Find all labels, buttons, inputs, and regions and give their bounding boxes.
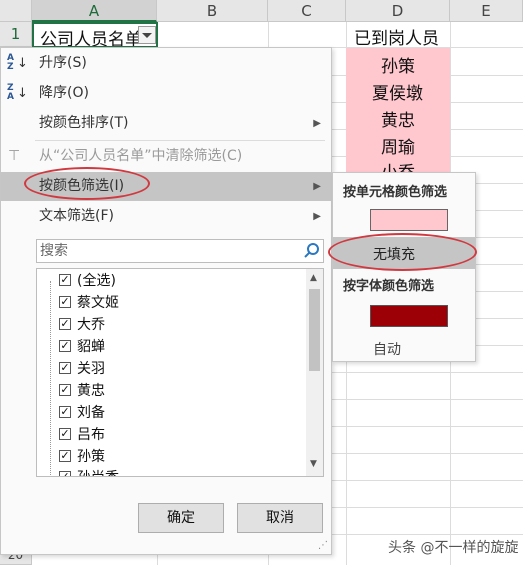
list-item[interactable]: ✓ 刘备 bbox=[45, 402, 305, 424]
list-item-label: (全选) bbox=[77, 273, 116, 289]
list-scrollbar[interactable]: ▲ ▼ bbox=[306, 269, 323, 476]
checkbox-checked-icon[interactable]: ✓ bbox=[59, 318, 71, 330]
chevron-down-icon bbox=[142, 33, 152, 38]
checkbox-checked-icon[interactable]: ✓ bbox=[59, 340, 71, 352]
menu-item-text-filter[interactable]: 文本筛选(F) ▶ bbox=[1, 202, 331, 231]
list-item-label: 孙尚香 bbox=[77, 467, 119, 476]
filter-dropdown-button[interactable] bbox=[138, 26, 156, 44]
list-item[interactable]: ✓ 孙尚香 bbox=[45, 467, 305, 476]
list-item-label: 大乔 bbox=[77, 317, 105, 333]
list-item-label: 吕布 bbox=[77, 427, 105, 443]
list-item[interactable]: ✓ 黄忠 bbox=[45, 380, 305, 402]
submenu-arrow-icon: ▶ bbox=[313, 181, 321, 192]
highlight-ellipse-no-fill bbox=[328, 233, 477, 271]
cell-d4[interactable]: 黄忠 bbox=[381, 106, 415, 131]
menu-item-label: 升序(S) bbox=[39, 55, 87, 71]
menu-separator bbox=[35, 140, 325, 141]
resize-grip-icon[interactable]: ⋰ bbox=[318, 540, 328, 551]
cell-color-heading: 按单元格颜色筛选 bbox=[343, 185, 448, 200]
cell-color-swatch[interactable] bbox=[370, 209, 448, 231]
scroll-up-icon[interactable]: ▲ bbox=[310, 273, 317, 283]
list-item-label: 刘备 bbox=[77, 405, 105, 421]
checkbox-checked-icon[interactable]: ✓ bbox=[59, 384, 71, 396]
list-item[interactable]: ✓ 大乔 bbox=[45, 314, 305, 336]
menu-item-sort-asc[interactable]: AZ ↓ 升序(S) bbox=[1, 49, 331, 78]
column-header-c[interactable]: C bbox=[268, 0, 346, 22]
column-header-e[interactable]: E bbox=[450, 0, 523, 22]
list-item-label: 关羽 bbox=[77, 361, 105, 377]
column-header-d[interactable]: D bbox=[346, 0, 450, 22]
checkbox-checked-icon[interactable]: ✓ bbox=[59, 362, 71, 374]
checkbox-checked-icon[interactable]: ✓ bbox=[59, 471, 71, 476]
menu-item-sort-by-color[interactable]: 按颜色排序(T) ▶ bbox=[1, 109, 331, 138]
font-color-swatch[interactable] bbox=[370, 305, 448, 327]
list-item[interactable]: ✓ 孙策 bbox=[45, 446, 305, 468]
highlight-ellipse-filter-by-color bbox=[24, 167, 150, 200]
cell-d1[interactable]: 已到岗人员 bbox=[354, 24, 439, 49]
row-header-1[interactable]: 1 bbox=[0, 22, 32, 47]
menu-item-label: 文本筛选(F) bbox=[39, 208, 114, 224]
checkbox-checked-icon[interactable]: ✓ bbox=[59, 274, 71, 286]
list-item[interactable]: ✓ 关羽 bbox=[45, 358, 305, 380]
corner-select-all[interactable] bbox=[0, 0, 32, 22]
auto-option[interactable]: 自动 bbox=[373, 339, 401, 359]
list-item-label: 蔡文姬 bbox=[77, 295, 119, 311]
sort-desc-icon: ZA bbox=[7, 83, 14, 102]
search-icon bbox=[304, 243, 319, 258]
checkbox-checked-icon[interactable]: ✓ bbox=[59, 406, 71, 418]
arrow-down-icon: ↓ bbox=[17, 56, 28, 71]
cell-d3[interactable]: 夏侯墩 bbox=[372, 79, 423, 104]
clear-filter-icon: ⊤ bbox=[8, 148, 21, 164]
column-header-a[interactable]: A bbox=[32, 0, 157, 22]
checkbox-checked-icon[interactable]: ✓ bbox=[59, 296, 71, 308]
list-item-label: 貂蝉 bbox=[77, 339, 105, 355]
search-input[interactable]: 搜索 bbox=[36, 239, 324, 263]
menu-item-sort-desc[interactable]: ZA ↓ 降序(O) bbox=[1, 79, 331, 108]
list-item[interactable]: ✓ 貂蝉 bbox=[45, 336, 305, 358]
sort-asc-icon: AZ bbox=[7, 53, 14, 72]
submenu-arrow-icon: ▶ bbox=[313, 211, 321, 222]
cancel-button[interactable]: 取消 bbox=[237, 503, 323, 533]
menu-item-label: 按颜色排序(T) bbox=[39, 115, 129, 131]
list-item-label: 孙策 bbox=[77, 449, 105, 465]
scroll-down-icon[interactable]: ▼ bbox=[310, 459, 317, 469]
submenu-arrow-icon: ▶ bbox=[313, 118, 321, 129]
arrow-down-icon: ↓ bbox=[17, 86, 28, 101]
list-item[interactable]: ✓ 吕布 bbox=[45, 424, 305, 446]
checkbox-checked-icon[interactable]: ✓ bbox=[59, 450, 71, 462]
cell-d2[interactable]: 孙策 bbox=[381, 52, 415, 77]
value-checklist: ✓ (全选) ✓ 蔡文姬 ✓ 大乔 ✓ 貂蝉 ✓ 关羽 ✓ 黄忠 ✓ 刘备 ✓ … bbox=[36, 268, 324, 477]
font-color-heading: 按字体颜色筛选 bbox=[343, 279, 435, 294]
watermark: 头条 @不一样的旋旋 bbox=[388, 540, 519, 556]
cell-d5[interactable]: 周瑜 bbox=[381, 133, 415, 158]
cell-a1-text: 公司人员名单 bbox=[40, 30, 142, 48]
search-placeholder: 搜索 bbox=[40, 243, 68, 259]
checkbox-checked-icon[interactable]: ✓ bbox=[59, 428, 71, 440]
menu-item-clear-filter[interactable]: ⊤ 从“公司人员名单”中清除筛选(C) bbox=[1, 142, 331, 171]
list-item[interactable]: ✓ 蔡文姬 bbox=[45, 292, 305, 314]
menu-item-label: 降序(O) bbox=[39, 85, 89, 101]
list-item-label: 黄忠 bbox=[77, 383, 105, 399]
list-item[interactable]: ✓ (全选) bbox=[45, 270, 305, 292]
scrollbar-thumb[interactable] bbox=[309, 289, 320, 371]
column-header-b[interactable]: B bbox=[157, 0, 268, 22]
ok-button[interactable]: 确定 bbox=[138, 503, 224, 533]
